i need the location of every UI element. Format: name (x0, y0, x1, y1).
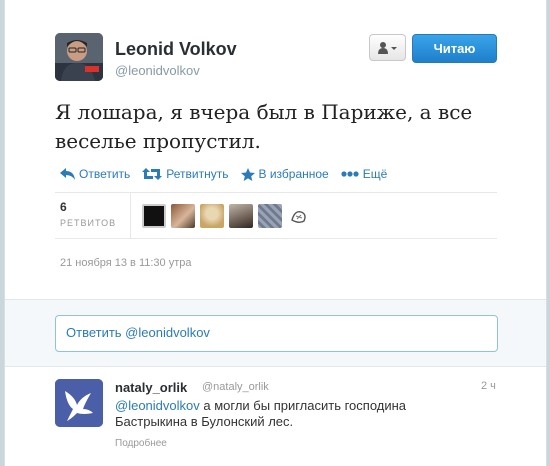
author-handle[interactable]: @leonidvolkov (115, 63, 200, 78)
tweet-text-line-2: веселье пропустил. (55, 129, 261, 153)
tweet-timestamp[interactable]: 21 ноября 13 в 11:30 утра (60, 257, 191, 269)
author-photo-icon (55, 33, 103, 81)
tweet-card: Leonid Volkov @leonidvolkov Читаю Я лоша… (4, 0, 547, 466)
retweet-count-label[interactable]: РЕТВИТОВ (60, 218, 116, 228)
retweet-icon (142, 168, 163, 180)
tweet-detail: Leonid Volkov @leonidvolkov Читаю Я лоша… (5, 0, 546, 299)
retweeter-avatar[interactable] (142, 204, 166, 228)
user-dropdown-icon (377, 41, 397, 54)
retweeter-avatar[interactable] (287, 204, 311, 228)
favorite-label: В избранное (258, 167, 329, 181)
reply-details-link[interactable]: Подробнее (115, 438, 167, 449)
retweeter-avatar[interactable] (258, 204, 282, 228)
tweet-text-line-1: Я лошара, я вчера был в Париже, а все (55, 100, 473, 124)
tweet-stats: 6 РЕТВИТОВ (55, 193, 497, 238)
reply-mention[interactable]: @leonidvolkov (115, 398, 200, 413)
reply-icon (60, 168, 75, 180)
reply-tweet[interactable]: nataly_orlik @nataly_orlik 2 ч @leonidvo… (5, 367, 546, 466)
reply-author-avatar[interactable] (55, 379, 103, 427)
more-dots-icon (341, 171, 359, 177)
sketch-avatar-icon (291, 210, 306, 223)
stats-bottom-divider (55, 238, 497, 239)
reply-time[interactable]: 2 ч (481, 380, 496, 392)
star-icon (240, 167, 255, 181)
reply-text: @leonidvolkov а могли бы пригласить госп… (115, 398, 445, 430)
reply-author-name[interactable]: nataly_orlik (115, 380, 187, 395)
retweeter-avatar[interactable] (200, 204, 224, 228)
reply-text-line-2: Бастрыкина в Булонский лес. (115, 414, 294, 429)
dove-icon (55, 379, 103, 427)
tweet-actions: Ответить Ретвитнуть В избранное Ещё (60, 165, 399, 183)
favorite-action[interactable]: В избранное (240, 165, 329, 183)
author-name[interactable]: Leonid Volkov (115, 39, 237, 60)
reply-label: Ответить (79, 167, 131, 181)
reply-text-line-1: а могли бы пригласить господина (199, 398, 407, 413)
more-label: Ещё (362, 167, 388, 181)
user-actions-button[interactable] (369, 34, 406, 61)
tweet-text: Я лошара, я вчера был в Париже, а все ве… (55, 98, 495, 156)
retweet-count[interactable]: 6 (60, 200, 67, 214)
author-avatar[interactable] (55, 33, 103, 81)
retweeter-avatar[interactable] (229, 204, 253, 228)
reply-box-area: Ответить @leonidvolkov (5, 299, 546, 367)
follow-button[interactable]: Читаю (412, 34, 497, 63)
more-action[interactable]: Ещё (341, 165, 388, 183)
reply-action[interactable]: Ответить (60, 165, 130, 183)
retweet-action[interactable]: Ретвитнуть (142, 165, 229, 183)
retweeter-avatars (142, 204, 316, 228)
retweet-label: Ретвитнуть (166, 167, 229, 181)
retweeter-avatar[interactable] (171, 204, 195, 228)
reply-author-handle[interactable]: @nataly_orlik (202, 381, 269, 393)
reply-input[interactable]: Ответить @leonidvolkov (55, 315, 498, 352)
stats-separator (130, 193, 131, 238)
